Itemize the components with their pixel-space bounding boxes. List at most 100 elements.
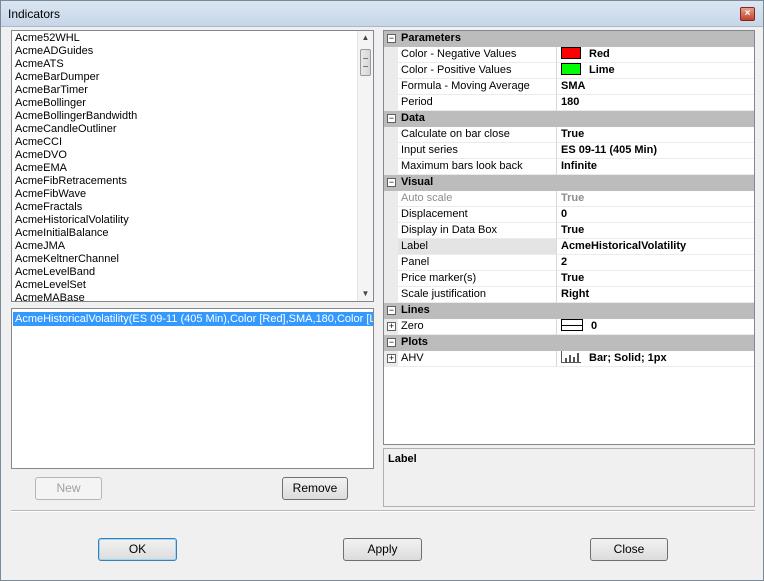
property-value[interactable]: Right	[557, 287, 754, 303]
property-value[interactable]: True	[557, 127, 754, 143]
collapse-icon[interactable]: −	[387, 306, 396, 315]
property-row[interactable]: Display in Data Box True	[384, 223, 754, 239]
property-name[interactable]: Panel	[398, 255, 557, 271]
available-indicators-list[interactable]: ▲ ▼ Acme52WHL AcmeADGuides AcmeATS AcmeBarD…	[11, 30, 374, 302]
property-row[interactable]: Color - Positive Values Lime	[384, 63, 754, 79]
property-name[interactable]: Auto scale	[398, 191, 557, 207]
indicator-list-item[interactable]: AcmeLevelSet	[15, 279, 86, 292]
property-row[interactable]: Scale justification Right	[384, 287, 754, 303]
property-value[interactable]: True	[557, 223, 754, 239]
property-row[interactable]: Formula - Moving Average SMA	[384, 79, 754, 95]
collapse-icon[interactable]: −	[387, 338, 396, 347]
property-value[interactable]: True	[557, 191, 754, 207]
collapse-icon[interactable]: −	[387, 178, 396, 187]
indicator-list-item[interactable]: AcmeBollingerBandwidth	[15, 110, 137, 123]
indicator-list-item[interactable]: AcmeFibRetracements	[15, 175, 127, 188]
category-lines[interactable]: − Lines	[384, 303, 754, 319]
property-name[interactable]: Formula - Moving Average	[398, 79, 557, 95]
close-button[interactable]: Close	[590, 538, 668, 561]
indicator-list-item[interactable]: AcmeCandleOutliner	[15, 123, 117, 136]
indicator-list-item[interactable]: AcmeHistoricalVolatility	[15, 214, 129, 227]
indicator-list-item[interactable]: AcmeInitialBalance	[15, 227, 109, 240]
indicator-list-item[interactable]: AcmeLevelBand	[15, 266, 95, 279]
indicator-list-item[interactable]: AcmeBarDumper	[15, 71, 99, 84]
applied-indicators-list[interactable]: AcmeHistoricalVolatility(ES 09-11 (405 M…	[11, 308, 374, 469]
bar-plot-icon	[561, 351, 581, 363]
property-row[interactable]: Period 180	[384, 95, 754, 111]
indicator-list-item[interactable]: AcmeCCI	[15, 136, 62, 149]
indicator-list-item[interactable]: AcmeDVO	[15, 149, 67, 162]
property-value[interactable]: SMA	[557, 79, 754, 95]
indicator-list-item[interactable]: Acme52WHL	[15, 32, 80, 45]
property-name[interactable]: Label	[398, 239, 557, 255]
property-name[interactable]: Calculate on bar close	[398, 127, 557, 143]
property-row[interactable]: Auto scale True	[384, 191, 754, 207]
indicator-list-item[interactable]: AcmeATS	[15, 58, 64, 71]
ok-button[interactable]: OK	[98, 538, 177, 561]
property-name[interactable]: Display in Data Box	[398, 223, 557, 239]
collapse-icon[interactable]: −	[387, 34, 396, 43]
category-visual[interactable]: − Visual	[384, 175, 754, 191]
property-name[interactable]: Zero	[398, 319, 557, 335]
property-row[interactable]: Color - Negative Values Red	[384, 47, 754, 63]
apply-button[interactable]: Apply	[343, 538, 422, 561]
scroll-up-icon[interactable]: ▲	[358, 31, 373, 45]
property-row[interactable]: Price marker(s) True	[384, 271, 754, 287]
collapse-icon[interactable]: −	[387, 114, 396, 123]
close-window-icon[interactable]: ×	[740, 7, 755, 21]
indicator-list-item[interactable]: AcmeBollinger	[15, 97, 86, 110]
title-bar[interactable]: Indicators ×	[1, 1, 763, 27]
scroll-down-icon[interactable]: ▼	[358, 287, 373, 301]
property-name[interactable]: Scale justification	[398, 287, 557, 303]
property-name[interactable]: Period	[398, 95, 557, 111]
property-value[interactable]: Lime	[557, 63, 754, 79]
category-parameters[interactable]: − Parameters	[384, 31, 754, 47]
indicator-list-item[interactable]: AcmeJMA	[15, 240, 65, 253]
property-name[interactable]: Displacement	[398, 207, 557, 223]
property-grid[interactable]: − Parameters Color - Negative Values Red Col…	[383, 30, 755, 445]
remove-button[interactable]: Remove	[282, 477, 348, 500]
property-value[interactable]: ES 09-11 (405 Min)	[557, 143, 754, 159]
property-name[interactable]: Color - Positive Values	[398, 63, 557, 79]
row-glyph-column	[384, 47, 398, 63]
property-value[interactable]: Red	[557, 47, 754, 63]
property-name[interactable]: AHV	[398, 351, 557, 367]
category-plots[interactable]: − Plots	[384, 335, 754, 351]
indicator-list-item[interactable]: AcmeBarTimer	[15, 84, 88, 97]
property-row[interactable]: + Zero 0	[384, 319, 754, 335]
new-button[interactable]: New	[35, 477, 102, 500]
property-value[interactable]: 2	[557, 255, 754, 271]
property-row[interactable]: + AHV Bar; Solid; 1px	[384, 351, 754, 367]
indicator-list-item[interactable]: AcmeKeltnerChannel	[15, 253, 119, 266]
scrollbar-thumb[interactable]	[360, 49, 371, 76]
property-row[interactable]: Label AcmeHistoricalVolatility	[384, 239, 754, 255]
property-row[interactable]: Calculate on bar close True	[384, 127, 754, 143]
property-value[interactable]: AcmeHistoricalVolatility	[557, 239, 754, 255]
property-value[interactable]: 180	[557, 95, 754, 111]
property-value[interactable]: 0	[557, 319, 754, 335]
property-row[interactable]: Maximum bars look back Infinite	[384, 159, 754, 175]
expand-icon[interactable]: +	[387, 354, 396, 363]
category-data[interactable]: − Data	[384, 111, 754, 127]
property-row[interactable]: Displacement 0	[384, 207, 754, 223]
property-value[interactable]: 0	[557, 207, 754, 223]
property-name[interactable]: Price marker(s)	[398, 271, 557, 287]
row-glyph-column	[384, 79, 398, 95]
property-value-text: ES 09-11 (405 Min)	[561, 144, 657, 156]
indicator-list-item[interactable]: AcmeEMA	[15, 162, 67, 175]
property-name[interactable]: Maximum bars look back	[398, 159, 557, 175]
indicator-list-scrollbar[interactable]: ▲ ▼	[357, 31, 373, 301]
property-value[interactable]: True	[557, 271, 754, 287]
indicator-list-item[interactable]: AcmeFibWave	[15, 188, 86, 201]
property-value[interactable]: Bar; Solid; 1px	[557, 351, 754, 367]
indicator-list-item[interactable]: AcmeADGuides	[15, 45, 93, 58]
property-value[interactable]: Infinite	[557, 159, 754, 175]
applied-indicator-item[interactable]: AcmeHistoricalVolatility(ES 09-11 (405 M…	[13, 312, 373, 326]
expand-icon[interactable]: +	[387, 322, 396, 331]
property-name[interactable]: Color - Negative Values	[398, 47, 557, 63]
property-row[interactable]: Panel 2	[384, 255, 754, 271]
indicator-list-item[interactable]: AcmeFractals	[15, 201, 82, 214]
indicator-list-item[interactable]: AcmeMABase	[15, 292, 85, 301]
property-row[interactable]: Input series ES 09-11 (405 Min)	[384, 143, 754, 159]
property-name[interactable]: Input series	[398, 143, 557, 159]
